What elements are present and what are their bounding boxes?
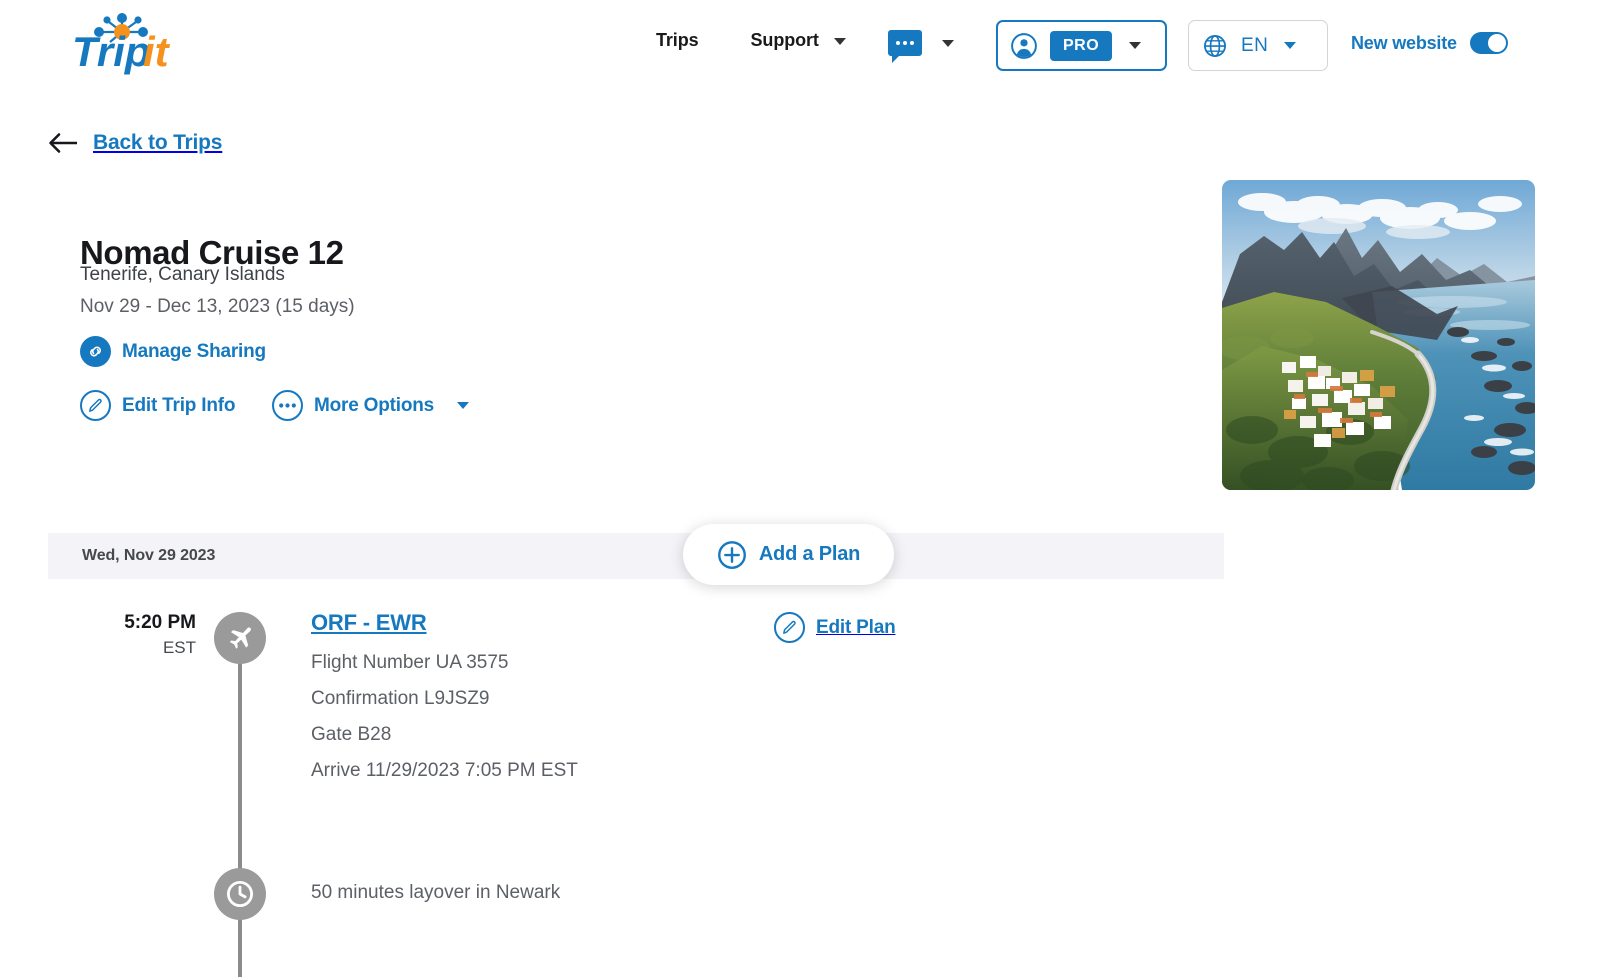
site-header: Trip it Trips Support PRO EN New website [0, 0, 1600, 92]
chevron-down-icon [833, 37, 846, 45]
chat-menu[interactable] [888, 30, 954, 63]
nav-item-trips[interactable]: Trips [630, 30, 725, 51]
chat-dot [903, 41, 907, 45]
edit-plan-label: Edit Plan [816, 616, 896, 638]
plan-time-block: 5:20 PM EST [86, 612, 196, 658]
day-header-bar: Wed, Nov 29 2023 [48, 533, 1224, 579]
tripit-logo[interactable]: Trip it [46, 8, 246, 84]
more-options-link[interactable]: More Options [272, 390, 470, 421]
new-website-label: New website [1351, 32, 1457, 53]
add-a-plan-label: Add a Plan [758, 543, 861, 565]
edit-trip-info-link[interactable]: Edit Trip Info [80, 390, 235, 421]
add-a-plan-button[interactable]: Add a Plan [683, 524, 894, 585]
tripit-logo-svg: Trip it [72, 13, 171, 75]
plan-time: 5:20 PM [124, 612, 196, 633]
chat-dot [910, 41, 914, 45]
edit-plan-link[interactable]: Edit Plan [774, 612, 896, 643]
clock-icon [226, 880, 254, 908]
back-to-trips-label: Back to Trips [93, 131, 223, 154]
toggle-knob [1487, 34, 1506, 52]
toggle-switch[interactable] [1469, 32, 1508, 54]
plan-detail-flight-number: Flight Number UA 3575 [311, 652, 509, 673]
manage-sharing-link[interactable]: Manage Sharing [80, 336, 266, 367]
pencil-icon [80, 390, 111, 421]
trip-location: Tenerife, Canary Islands [80, 264, 285, 285]
link-chain-glyph [90, 346, 101, 357]
plan-timezone: EST [162, 638, 196, 657]
plan-details-flight: ORF - EWR Flight Number UA 3575 Confirma… [311, 610, 578, 796]
chevron-down-icon [1284, 42, 1297, 49]
chevron-down-icon [942, 39, 954, 47]
plan-detail-confirmation: Confirmation L9JSZ9 [311, 688, 490, 709]
day-label: Wed, Nov 29 2023 [82, 547, 216, 564]
more-options-label: More Options [314, 394, 435, 416]
globe-icon [1204, 34, 1226, 57]
new-website-toggle[interactable]: New website [1351, 32, 1508, 54]
svg-text:it: it [143, 28, 171, 75]
avatar-icon [1011, 32, 1037, 59]
main-navigation: Trips Support [630, 30, 872, 51]
destination-photo [1222, 180, 1535, 490]
chevron-down-icon [1129, 42, 1142, 49]
edit-trip-info-label: Edit Trip Info [122, 394, 236, 416]
destination-photo-illustration [1222, 180, 1535, 490]
airplane-icon [229, 627, 251, 649]
pencil-glyph [89, 398, 102, 412]
chat-bubble-icon [888, 30, 922, 63]
language-selector[interactable]: EN [1188, 20, 1328, 71]
ellipsis-icon [272, 390, 303, 421]
chat-dot [896, 41, 900, 45]
nav-item-support-label: Support [750, 30, 819, 50]
language-value: EN [1241, 34, 1269, 56]
pencil-glyph [783, 620, 796, 634]
pro-badge: PRO [1050, 30, 1113, 61]
account-pro-button[interactable]: PRO [996, 20, 1167, 71]
timeline-connector [238, 660, 242, 977]
svg-text:Trip: Trip [72, 28, 151, 75]
ellipsis-glyph [279, 403, 296, 408]
plan-detail-arrive: Arrive 11/29/2023 7:05 PM EST [311, 760, 578, 781]
nav-item-support[interactable]: Support [725, 30, 872, 51]
layover-text: 50 minutes layover in Newark [311, 882, 561, 903]
trip-dates: Nov 29 - Dec 13, 2023 (15 days) [80, 296, 355, 317]
layover-node-icon [214, 868, 266, 920]
flight-node-icon [214, 612, 266, 664]
pencil-icon [774, 612, 805, 643]
plan-detail-gate: Gate B28 [311, 724, 392, 745]
plus-circle-icon [717, 540, 746, 569]
link-chain-icon [80, 336, 111, 367]
arrow-left-icon [49, 133, 77, 153]
plan-title-link[interactable]: ORF - EWR [311, 610, 578, 636]
manage-sharing-label: Manage Sharing [122, 340, 266, 362]
back-to-trips-link[interactable]: Back to Trips [48, 131, 222, 155]
nav-item-trips-label: Trips [656, 30, 699, 50]
chevron-down-icon [457, 402, 470, 409]
